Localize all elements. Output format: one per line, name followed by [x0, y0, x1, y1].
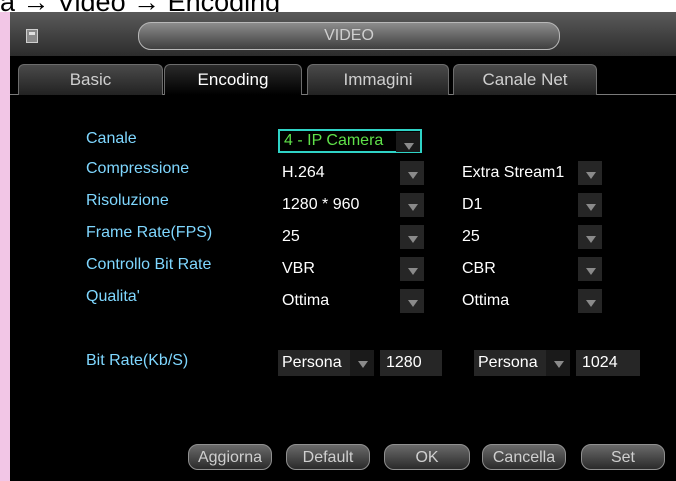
bit-rate-main-input[interactable]: 1280 [380, 350, 442, 376]
aggiorna-button[interactable]: Aggiorna [188, 444, 272, 470]
chevron-down-icon [350, 350, 374, 376]
chevron-down-icon [400, 289, 424, 313]
qualita-extra-value: Ottima [462, 292, 510, 309]
bit-rate-control-extra-value: CBR [462, 260, 496, 277]
bit-rate-main-mode-value: Persona [282, 354, 342, 371]
chevron-down-icon [400, 257, 424, 281]
qualita-extra-select[interactable]: Ottima [458, 289, 602, 313]
canale-value: 4 - IP Camera [284, 132, 384, 149]
bit-rate-control-extra-select[interactable]: CBR [458, 257, 602, 281]
chevron-down-icon [578, 161, 602, 185]
chevron-down-icon [578, 225, 602, 249]
compressione-label: Compressione [86, 160, 190, 177]
bit-rate-extra-mode-value: Persona [478, 354, 538, 371]
chevron-down-icon [578, 257, 602, 281]
cancella-button[interactable]: Cancella [482, 444, 566, 470]
compressione-main-select[interactable]: H.264 [278, 161, 424, 185]
qualita-label: Qualita' [86, 288, 140, 305]
tab-basic[interactable]: Basic [18, 64, 163, 95]
bit-rate-extra-input[interactable]: 1024 [576, 350, 640, 376]
compressione-extra-select[interactable]: Extra Stream1 [458, 161, 602, 185]
frame-rate-main-value: 25 [282, 228, 300, 245]
tab-encoding[interactable]: Encoding [164, 64, 302, 95]
compressione-main-value: H.264 [282, 164, 325, 181]
title-bar: VIDEO [10, 12, 676, 56]
chevron-down-icon [400, 161, 424, 185]
chevron-down-icon [400, 225, 424, 249]
chevron-down-icon [546, 350, 570, 376]
qualita-main-select[interactable]: Ottima [278, 289, 424, 313]
bit-rate-main-mode-select[interactable]: Persona [278, 350, 374, 376]
chevron-down-icon [396, 132, 420, 152]
default-button[interactable]: Default [286, 444, 370, 470]
side-strip [0, 12, 10, 481]
tab-immagini[interactable]: Immagini [307, 64, 449, 95]
window-title: VIDEO [138, 22, 560, 50]
risoluzione-main-value: 1280 * 960 [282, 196, 360, 213]
qualita-main-value: Ottima [282, 292, 330, 309]
frame-rate-extra-value: 25 [462, 228, 480, 245]
risoluzione-extra-select[interactable]: D1 [458, 193, 602, 217]
risoluzione-label: Risoluzione [86, 192, 169, 209]
chevron-down-icon [578, 289, 602, 313]
bit-rate-control-main-select[interactable]: VBR [278, 257, 424, 281]
bit-rate-control-label: Controllo Bit Rate [86, 256, 212, 273]
frame-rate-main-select[interactable]: 25 [278, 225, 424, 249]
ok-button[interactable]: OK [384, 444, 470, 470]
app-icon [26, 29, 38, 43]
compressione-extra-value: Extra Stream1 [462, 164, 565, 181]
video-settings-window: VIDEO Basic Encoding Immagini Canale Net… [10, 12, 676, 481]
risoluzione-extra-value: D1 [462, 196, 483, 213]
frame-rate-extra-select[interactable]: 25 [458, 225, 602, 249]
chevron-down-icon [578, 193, 602, 217]
frame-rate-label: Frame Rate(FPS) [86, 224, 213, 241]
bit-rate-label: Bit Rate(Kb/S) [86, 352, 189, 369]
bit-rate-control-main-value: VBR [282, 260, 315, 277]
tab-canale-net[interactable]: Canale Net [453, 64, 597, 95]
tab-bar: Basic Encoding Immagini Canale Net [10, 64, 676, 95]
bit-rate-extra-mode-select[interactable]: Persona [474, 350, 570, 376]
canale-label: Canale [86, 130, 137, 147]
chevron-down-icon [400, 193, 424, 217]
risoluzione-main-select[interactable]: 1280 * 960 [278, 193, 424, 217]
set-button[interactable]: Set [581, 444, 665, 470]
canale-select[interactable]: 4 - IP Camera [278, 129, 422, 153]
